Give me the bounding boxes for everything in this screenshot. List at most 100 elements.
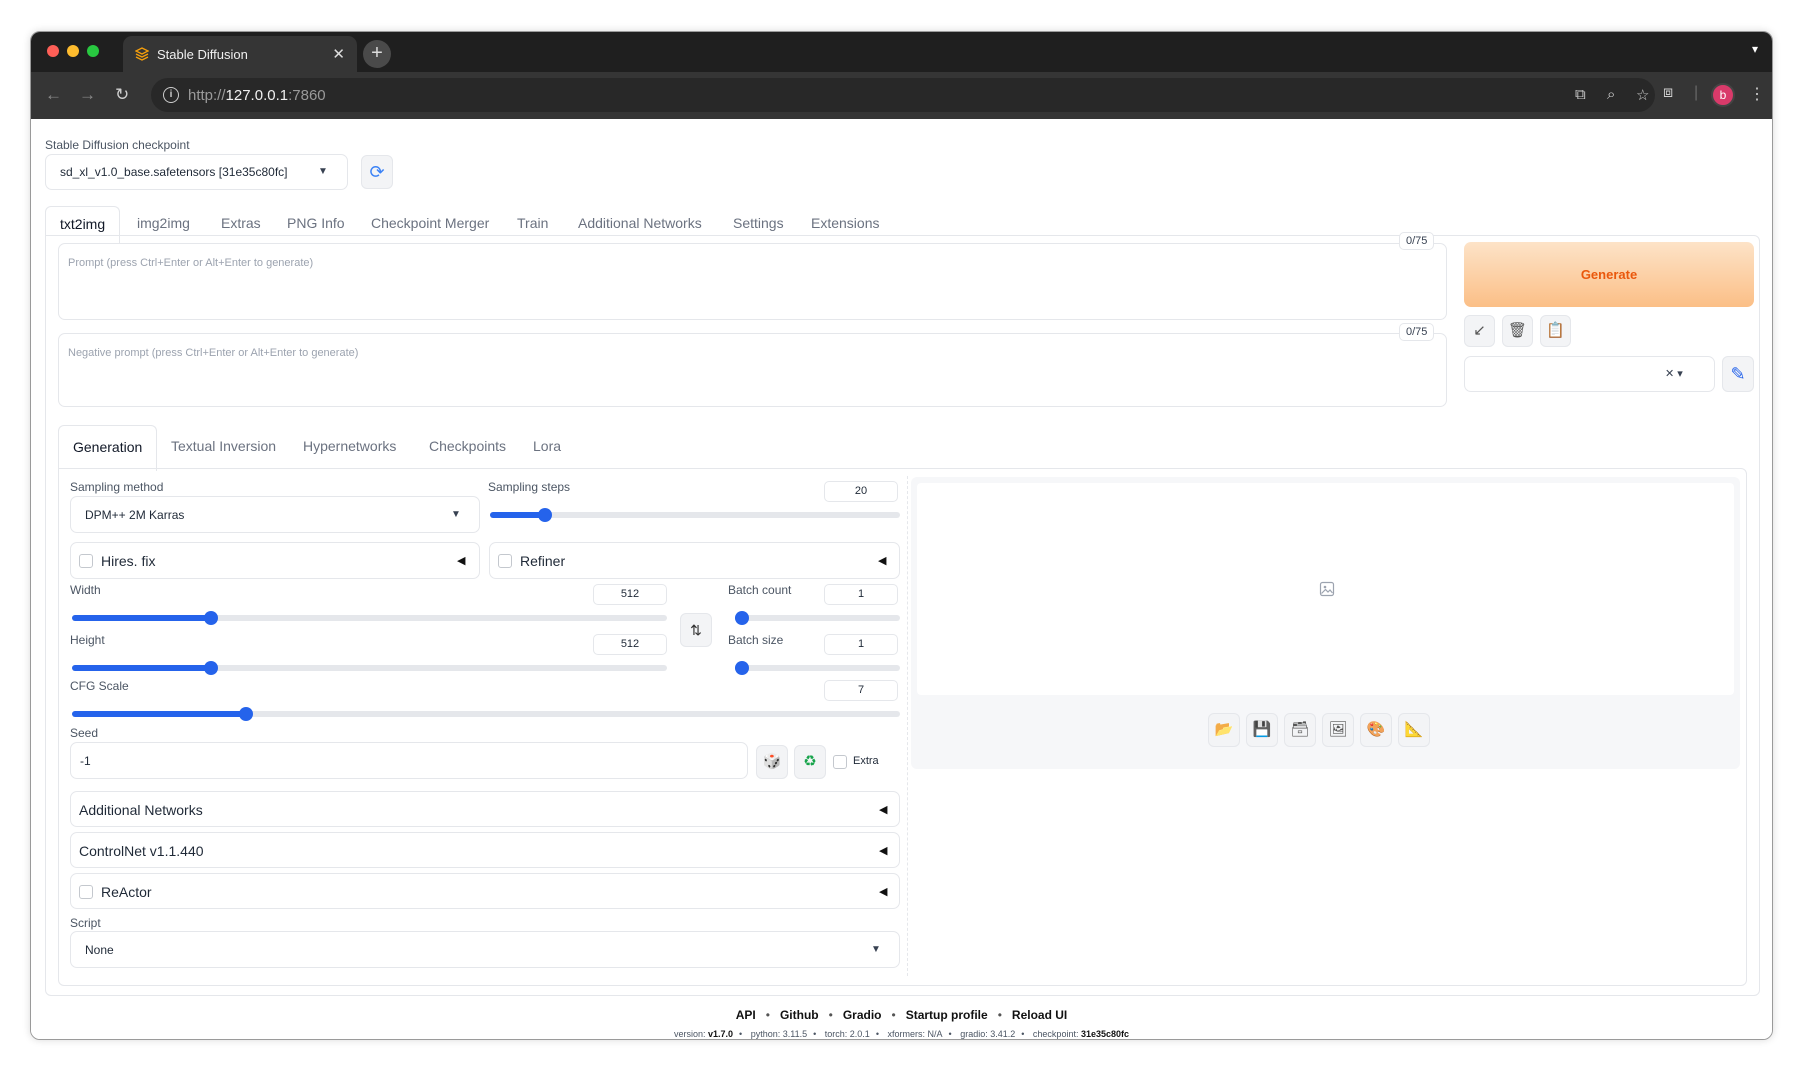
triangle-ruler-icon: 📐 — [1404, 721, 1424, 738]
forward-arrow-icon[interactable]: → — [79, 85, 96, 105]
send-to-extras-button[interactable]: 📐 — [1398, 713, 1430, 747]
checkpoint-dropdown[interactable]: sd_xl_v1.0_base.safetensors [31e35c80fc]… — [45, 154, 348, 190]
send-to-inpaint-button[interactable]: 🎨 — [1360, 713, 1392, 747]
checkpoint-label: Stable Diffusion checkpoint — [45, 138, 190, 152]
script-dropdown[interactable]: None ▼ — [70, 931, 900, 968]
back-arrow-icon[interactable]: ← — [45, 85, 62, 105]
height-slider[interactable] — [72, 661, 667, 675]
tab-additional-networks[interactable]: Additional Networks — [578, 215, 702, 231]
refresh-checkpoints-button[interactable]: ⟳ — [361, 155, 393, 189]
width-slider[interactable] — [72, 611, 667, 625]
toolbar-divider: | — [1694, 84, 1699, 101]
tab-extras[interactable]: Extras — [221, 215, 261, 231]
reuse-seed-button[interactable]: ♻ — [794, 745, 826, 779]
open-folder-button[interactable]: 📂 — [1208, 713, 1240, 747]
close-window-button[interactable] — [47, 45, 59, 57]
negative-prompt-textarea[interactable]: Negative prompt (press Ctrl+Enter or Alt… — [58, 333, 1447, 407]
styles-dropdown[interactable]: ✕ ▾ — [1464, 356, 1715, 392]
clear-styles-icon[interactable]: ✕ ▾ — [1665, 367, 1683, 380]
hires-fix-checkbox[interactable] — [79, 554, 93, 568]
sampling-method-dropdown[interactable]: DPM++ 2M Karras ▼ — [70, 496, 480, 533]
seed-input[interactable]: -1 — [70, 742, 748, 779]
browser-tab[interactable]: Stable Diffusion ✕ — [123, 36, 357, 72]
slider-thumb[interactable] — [735, 611, 749, 625]
footer-link-reload-ui[interactable]: Reload UI — [1012, 1008, 1067, 1022]
save-zip-button[interactable]: 🗃 — [1284, 713, 1316, 747]
chevron-down-icon: ▼ — [451, 509, 461, 520]
new-tab-button[interactable]: + — [363, 40, 391, 68]
sampling-steps-slider[interactable] — [490, 508, 900, 522]
tab-checkpoints[interactable]: Checkpoints — [429, 438, 506, 454]
image-gallery[interactable] — [917, 483, 1734, 695]
prompt-textarea[interactable]: Prompt (press Ctrl+Enter or Alt+Enter to… — [58, 243, 1447, 320]
tab-extensions[interactable]: Extensions — [811, 215, 879, 231]
minimize-window-button[interactable] — [67, 45, 79, 57]
profile-avatar[interactable]: b — [1711, 83, 1735, 107]
send-to-img2img-button[interactable]: 🖼 — [1322, 713, 1354, 747]
browser-window: Stable Diffusion ✕ + ▾ ← → ↻ i http://12… — [30, 31, 1773, 1040]
browser-menu-icon[interactable]: ⋮ — [1749, 84, 1765, 104]
slider-thumb[interactable] — [735, 661, 749, 675]
reactor-accordion[interactable]: ReActor ◀ — [70, 873, 900, 909]
translate-icon[interactable]: ⧉ — [1575, 86, 1586, 103]
tab-checkpoint-merger[interactable]: Checkpoint Merger — [371, 215, 489, 231]
refresh-icon: ⟳ — [369, 162, 385, 182]
tab-train[interactable]: Train — [517, 215, 548, 231]
cfg-scale-input[interactable]: 7 — [824, 680, 898, 701]
bookmark-star-icon[interactable]: ☆ — [1636, 86, 1649, 104]
footer-links: API • Github • Gradio • Startup profile • Reload… — [735, 1008, 1068, 1022]
site-info-icon[interactable]: i — [163, 87, 179, 103]
generate-button[interactable]: Generate — [1464, 242, 1754, 307]
slider-thumb[interactable] — [537, 508, 552, 522]
swap-dimensions-button[interactable]: ⇅ — [680, 613, 712, 647]
tab-png-info[interactable]: PNG Info — [287, 215, 345, 231]
batch-count-input[interactable]: 1 — [824, 584, 898, 605]
reload-icon[interactable]: ↻ — [115, 85, 129, 105]
refiner-checkbox[interactable] — [498, 554, 512, 568]
hires-fix-accordion[interactable]: Hires. fix ◀ — [70, 542, 480, 579]
tab-settings[interactable]: Settings — [733, 215, 784, 231]
batch-count-label: Batch count — [728, 583, 792, 597]
read-params-button[interactable]: ↙ — [1464, 315, 1495, 347]
batch-size-slider[interactable] — [735, 661, 900, 675]
version-item: version: v1.7.0 — [673, 1029, 734, 1039]
additional-networks-accordion[interactable]: Additional Networks ◀ — [70, 791, 900, 827]
extra-seed-checkbox[interactable] — [833, 755, 847, 769]
batch-count-slider[interactable] — [735, 611, 900, 625]
save-button[interactable]: 💾 — [1246, 713, 1278, 747]
close-tab-icon[interactable]: ✕ — [332, 45, 345, 63]
address-bar[interactable]: i http://127.0.0.1:7860 ⧉ ⌕ ☆ — [151, 78, 1655, 112]
footer-link-startup-profile[interactable]: Startup profile — [906, 1008, 988, 1022]
random-seed-button[interactable]: 🎲 — [756, 745, 788, 779]
chevron-down-icon[interactable]: ▾ — [1752, 42, 1758, 56]
clear-prompt-button[interactable]: 🗑 — [1502, 315, 1533, 347]
refiner-accordion[interactable]: Refiner ◀ — [489, 542, 900, 579]
gradio-item: gradio: 3.41.2 — [960, 1029, 1016, 1039]
negative-prompt-token-counter: 0/75 — [1399, 323, 1435, 341]
tab-lora[interactable]: Lora — [533, 438, 561, 454]
zoom-icon[interactable]: ⌕ — [1607, 86, 1615, 103]
maximize-window-button[interactable] — [87, 45, 99, 57]
footer-link-gradio[interactable]: Gradio — [843, 1008, 882, 1022]
clipboard-icon: 📋 — [1546, 322, 1565, 339]
footer-link-github[interactable]: Github — [780, 1008, 819, 1022]
height-input[interactable]: 512 — [593, 634, 667, 655]
sampling-steps-input[interactable]: 20 — [824, 481, 898, 502]
tab-hypernetworks[interactable]: Hypernetworks — [303, 438, 396, 454]
edit-styles-button[interactable]: ✎ — [1722, 356, 1754, 392]
apply-styles-button[interactable]: 📋 — [1540, 315, 1571, 347]
script-label: Script — [70, 916, 101, 930]
palette-icon: 🎨 — [1366, 721, 1386, 738]
tab-img2img[interactable]: img2img — [137, 215, 190, 231]
reactor-checkbox[interactable] — [79, 885, 93, 899]
controlnet-accordion[interactable]: ControlNet v1.1.440 ◀ — [70, 832, 900, 868]
batch-size-input[interactable]: 1 — [824, 634, 898, 655]
tab-generation[interactable]: Generation — [58, 425, 158, 471]
tab-textual-inversion[interactable]: Textual Inversion — [171, 438, 276, 454]
width-input[interactable]: 512 — [593, 584, 667, 605]
extensions-icon[interactable]: ⧈ — [1663, 84, 1673, 102]
footer-link-api[interactable]: API — [736, 1008, 756, 1022]
slider-thumb[interactable] — [238, 707, 253, 721]
cfg-scale-slider[interactable] — [72, 707, 900, 721]
seed-label: Seed — [70, 726, 99, 740]
